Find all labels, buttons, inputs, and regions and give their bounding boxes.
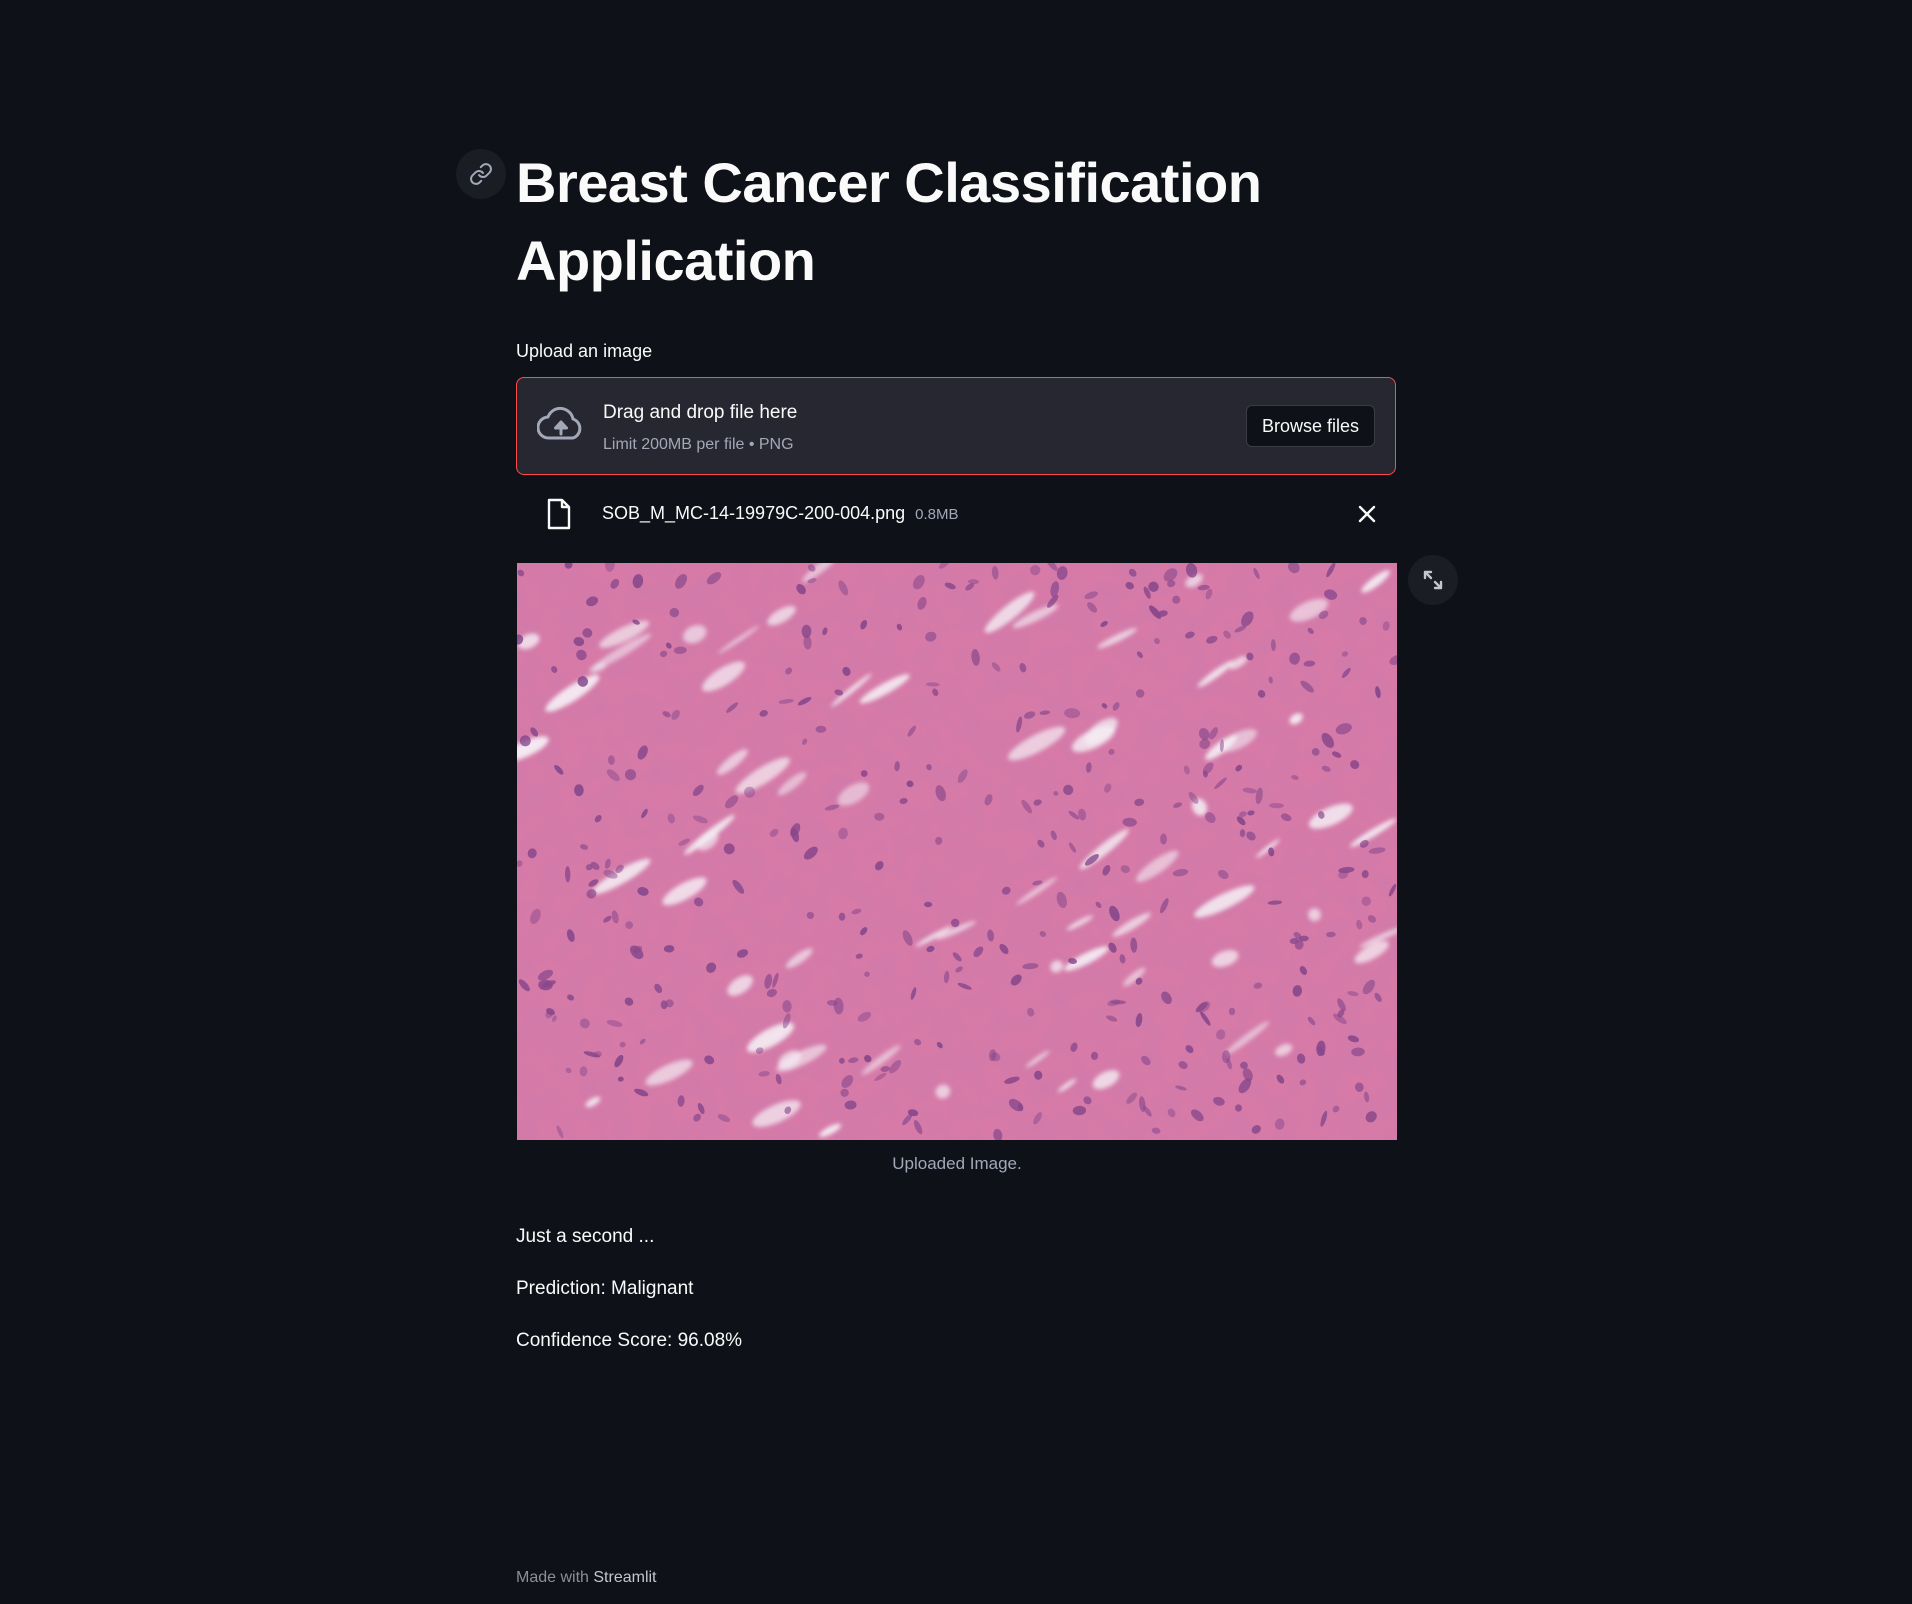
dropzone-title: Drag and drop file here (603, 402, 798, 423)
uploaded-file-size: 0.8MB (915, 506, 959, 523)
remove-file-icon[interactable] (1354, 501, 1380, 527)
uploaded-image (517, 563, 1397, 1140)
uploaded-file-row: SOB_M_MC-14-19979C-200-004.png 0.8MB (516, 488, 1396, 542)
link-icon (470, 163, 492, 185)
status-message: Just a second ... (516, 1226, 655, 1247)
footer-prefix: Made with (516, 1569, 589, 1586)
app-page: Breast Cancer Classification Application… (0, 0, 1912, 1604)
page-title: Breast Cancer Classification Application (516, 151, 1262, 292)
cloud-upload-icon (537, 406, 582, 440)
uploaded-file-name: SOB_M_MC-14-19979C-200-004.png (602, 503, 906, 523)
confidence-score-text: Confidence Score: 96.08% (516, 1330, 743, 1351)
prediction-text: Prediction: Malignant (516, 1278, 694, 1299)
footer: Made with Streamlit (516, 1569, 657, 1587)
streamlit-link[interactable]: Streamlit (593, 1569, 656, 1586)
file-icon (547, 498, 571, 530)
dropzone-limit-text: Limit 200MB per file • PNG (603, 436, 794, 453)
header-link-button[interactable] (456, 149, 506, 199)
histology-image (517, 563, 1397, 1140)
browse-files-button[interactable]: Browse files (1245, 405, 1375, 447)
image-caption: Uploaded Image. (892, 1154, 1022, 1173)
file-uploader-label: Upload an image (516, 341, 653, 361)
expand-icon (1423, 570, 1443, 590)
fullscreen-button[interactable] (1408, 555, 1458, 605)
file-dropzone[interactable]: Drag and drop file here Limit 200MB per … (516, 377, 1396, 475)
